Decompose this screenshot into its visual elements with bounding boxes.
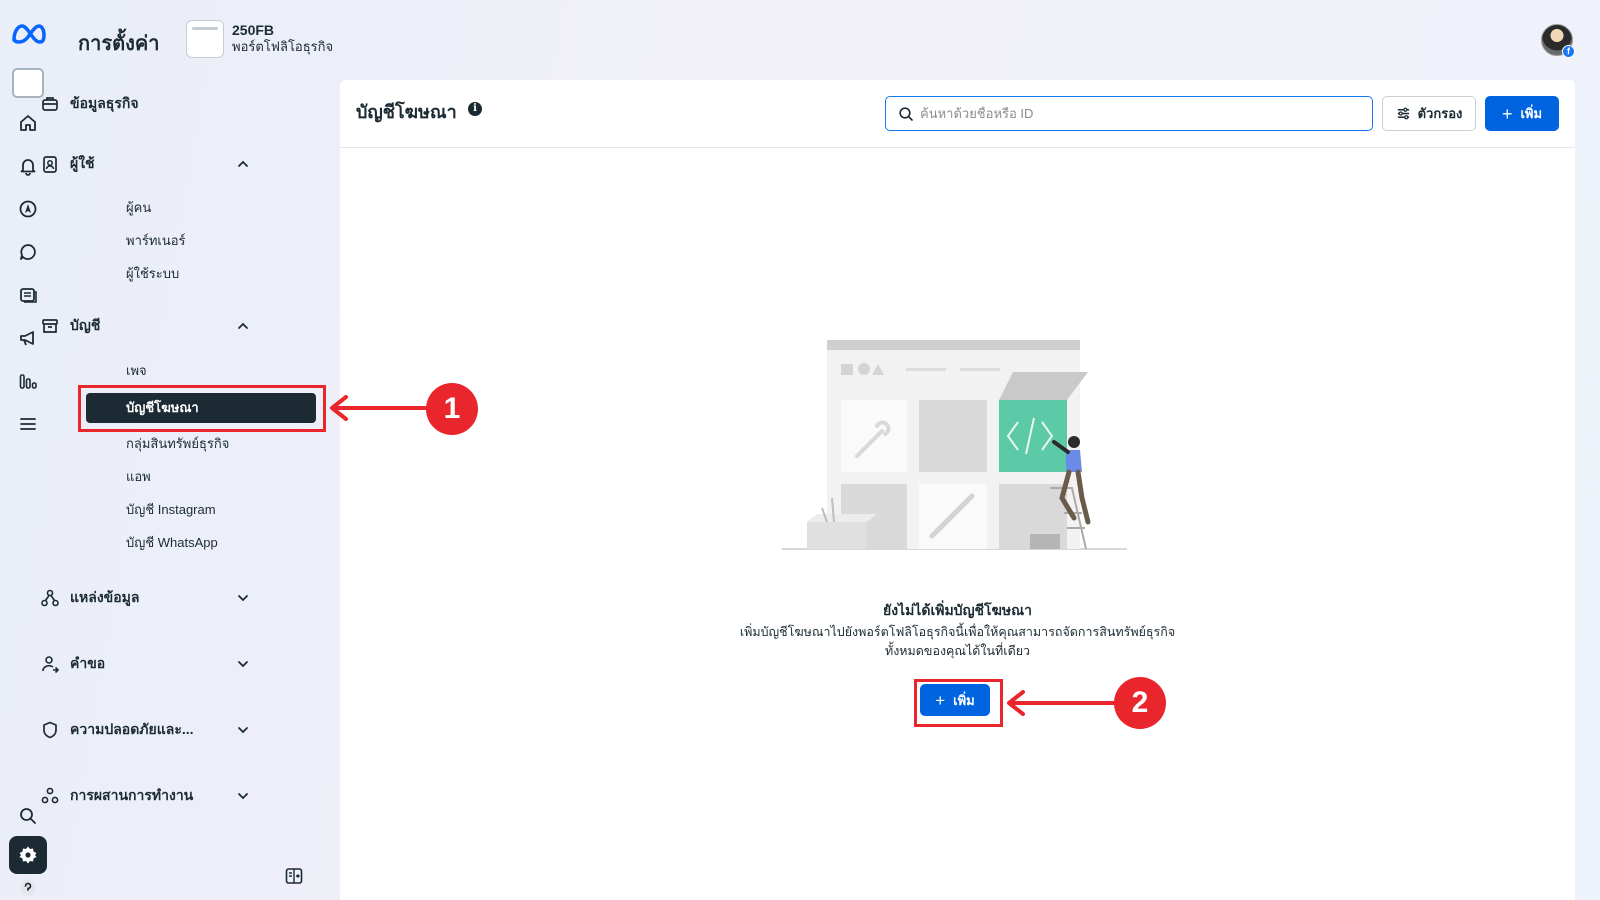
- sliders-icon: [1397, 107, 1409, 120]
- business-subtitle: พอร์ตโฟลิโอธุรกิจ: [232, 39, 334, 54]
- sidebar-section-users[interactable]: ผู้ใช้: [40, 153, 250, 175]
- settings-button[interactable]: [9, 836, 47, 874]
- business-switcher[interactable]: 250FB พอร์ตโฟลิโอธุรกิจ: [186, 20, 333, 58]
- empty-state-description-line2: ทั้งหมดของคุณได้ในที่เดียว: [884, 644, 1031, 658]
- collapse-sidebar-icon[interactable]: [284, 866, 304, 886]
- filter-button-label: ตัวกรอง: [1417, 106, 1463, 121]
- facebook-badge-icon: f: [1562, 45, 1575, 58]
- add-button-label: เพิ่ม: [1520, 106, 1543, 121]
- sidebar-item-instagram-accounts[interactable]: บัญชี Instagram: [126, 499, 216, 520]
- sidebar-section-label: การผสานการทำงาน: [70, 787, 194, 803]
- business-thumbnail: [186, 20, 224, 58]
- briefcase-icon: [42, 97, 58, 111]
- empty-state-description: เพิ่มบัญชีโฆษณาไปยังพอร์ตโฟลิโอธุรกิจนี้…: [710, 623, 1205, 661]
- sidebar-section-label: ความปลอดภัยและ...: [70, 721, 194, 737]
- empty-state-illustration: [782, 340, 1127, 550]
- sidebar-item-apps[interactable]: แอพ: [126, 466, 151, 487]
- compass-icon[interactable]: [10, 191, 46, 227]
- person-card-icon: [43, 156, 57, 173]
- sidebar-item-people[interactable]: ผู้คน: [126, 197, 151, 218]
- chevron-down-icon[interactable]: [236, 789, 250, 803]
- annotation-arrow-2: [1007, 690, 1117, 716]
- chevron-down-icon[interactable]: [236, 591, 250, 605]
- add-button[interactable]: + เพิ่ม: [1485, 96, 1559, 131]
- sidebar-item-business-asset-groups[interactable]: กลุ่มสินทรัพย์ธุรกิจ: [126, 433, 229, 454]
- sidebar-section-label: แหล่งข้อมูล: [70, 589, 140, 605]
- sidebar-section-label: ผู้ใช้: [70, 155, 95, 171]
- main-panel: บัญชีโฆษณา i ตัวกรอง + เพิ่ม: [340, 80, 1575, 900]
- sidebar-item-whatsapp-accounts[interactable]: บัญชี WhatsApp: [126, 532, 218, 553]
- data-sources-icon: [41, 589, 59, 607]
- filter-button[interactable]: ตัวกรอง: [1382, 96, 1476, 131]
- search-input[interactable]: [920, 106, 1372, 121]
- help-icon[interactable]: [10, 878, 46, 900]
- annotation-step-2-badge: 2: [1114, 677, 1166, 729]
- main-toolbar: บัญชีโฆษณา i ตัวกรอง + เพิ่ม: [340, 80, 1575, 148]
- sidebar-section-integrations[interactable]: การผสานการทำงาน: [40, 785, 250, 807]
- sidebar-section-data-sources[interactable]: แหล่งข้อมูล: [40, 587, 250, 609]
- sidebar-section-label: คำขอ: [70, 655, 106, 671]
- search-field[interactable]: [885, 96, 1373, 131]
- sidebar-section-security[interactable]: ความปลอดภัยและ...: [40, 719, 250, 741]
- chat-icon[interactable]: [10, 234, 46, 270]
- integrations-icon: [41, 787, 59, 804]
- page-title: บัญชีโฆษณา: [356, 102, 457, 122]
- sidebar-item-pages[interactable]: เพจ: [126, 360, 147, 381]
- search-icon: [899, 106, 913, 121]
- sidebar-item-system-users[interactable]: ผู้ใช้ระบบ: [126, 263, 179, 284]
- chevron-up-icon[interactable]: [236, 157, 250, 171]
- inbox-icon[interactable]: [10, 277, 46, 313]
- sidebar-section-label: บัญชี: [70, 317, 101, 333]
- empty-state-title: ยังไม่ได้เพิ่มบัญชีโฆษณา: [883, 602, 1032, 618]
- chevron-down-icon[interactable]: [236, 657, 250, 671]
- annotation-step-1-badge: 1: [426, 383, 478, 435]
- sidebar-item-label: ข้อมูลธุรกิจ: [70, 95, 139, 111]
- shield-icon: [43, 721, 57, 739]
- person-request-icon: [42, 656, 60, 674]
- sidebar-section-requests[interactable]: คำขอ: [40, 653, 250, 675]
- chevron-up-icon[interactable]: [236, 319, 250, 333]
- sidebar-section-accounts[interactable]: บัญชี: [40, 315, 250, 337]
- annotation-arrow-1: [330, 395, 430, 421]
- insights-icon[interactable]: [10, 363, 46, 399]
- sidebar-item-partners[interactable]: พาร์ทเนอร์: [126, 230, 186, 251]
- empty-state-description-line1: เพิ่มบัญชีโฆษณาไปยังพอร์ตโฟลิโอธุรกิจนี้…: [739, 625, 1176, 639]
- annotation-highlight-2: [914, 679, 1003, 727]
- chevron-down-icon[interactable]: [236, 723, 250, 737]
- annotation-highlight-1: [78, 385, 326, 432]
- meta-logo[interactable]: [10, 22, 46, 46]
- business-name: 250FB: [232, 22, 275, 38]
- menu-icon[interactable]: [10, 406, 46, 442]
- page-header-title: การตั้งค่า: [78, 33, 160, 55]
- plus-icon: +: [1501, 103, 1513, 124]
- info-icon[interactable]: i: [468, 102, 482, 116]
- icon-rail: [0, 0, 56, 900]
- gear-icon: [19, 846, 37, 864]
- archive-box-icon: [42, 319, 58, 333]
- avatar[interactable]: f: [1541, 24, 1575, 58]
- sidebar-item-business-info[interactable]: ข้อมูลธุรกิจ: [40, 93, 250, 115]
